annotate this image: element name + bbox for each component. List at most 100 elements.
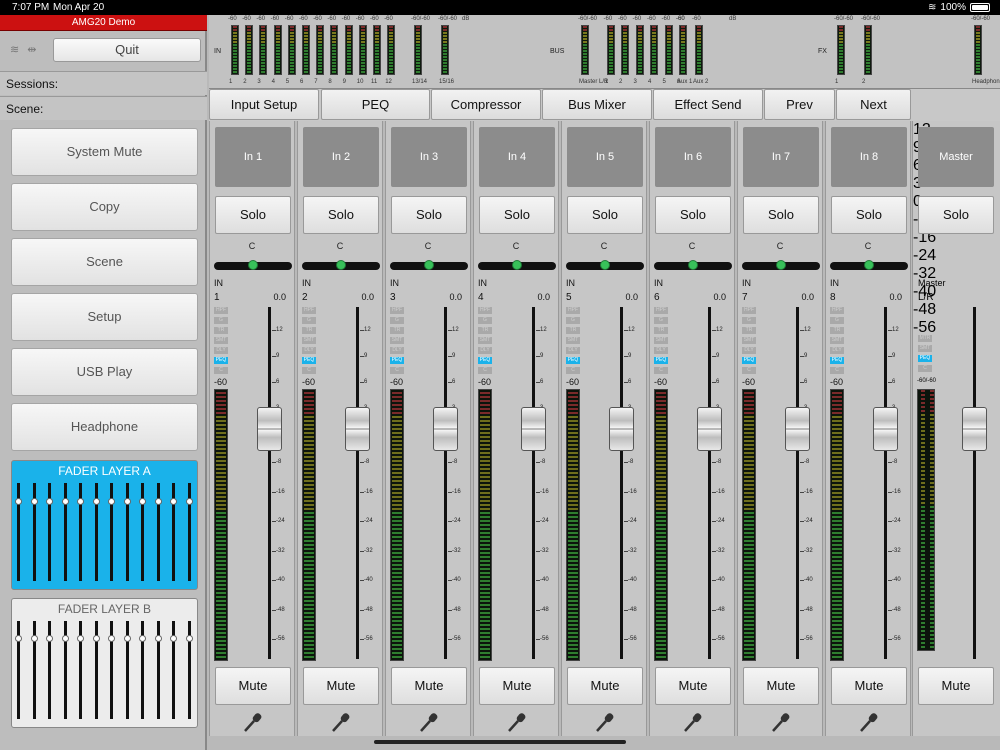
indicator-tr[interactable]: TR	[566, 327, 580, 334]
indicator-hpf[interactable]: HPF	[830, 307, 844, 314]
tab-compressor[interactable]: Compressor	[431, 89, 541, 120]
indicator-c[interactable]: C	[302, 367, 316, 374]
mute-button[interactable]: Mute	[479, 667, 555, 705]
indicator-dly[interactable]: DLY	[390, 347, 404, 354]
indicator-smt[interactable]: SMT	[390, 337, 404, 344]
mute-button[interactable]: Mute	[391, 667, 467, 705]
channel-name-button[interactable]: In 2	[303, 127, 379, 187]
indicator-peq[interactable]: PEQ	[302, 357, 316, 364]
pan-knob[interactable]	[248, 260, 258, 270]
indicator-smt[interactable]: SMT	[654, 337, 668, 344]
indicator-dly[interactable]: DLY	[214, 347, 228, 354]
indicator-smt[interactable]: SMT	[830, 337, 844, 344]
channel-name-button[interactable]: In 7	[743, 127, 819, 187]
indicator-hpf[interactable]: HPF	[654, 307, 668, 314]
indicator-tr[interactable]: TR	[302, 327, 316, 334]
tab-effect-send[interactable]: Effect Send	[653, 89, 763, 120]
mute-button[interactable]: Mute	[655, 667, 731, 705]
pan-slider[interactable]	[214, 260, 292, 270]
indicator-peq[interactable]: PEQ	[566, 357, 580, 364]
indicator-dly[interactable]: DLY	[830, 347, 844, 354]
indicator-tr[interactable]: TR	[390, 327, 404, 334]
indicator-c[interactable]: C	[654, 367, 668, 374]
master-mute-button[interactable]: Mute	[918, 667, 994, 705]
pan-slider[interactable]	[830, 260, 908, 270]
tab-peq[interactable]: PEQ	[321, 89, 430, 120]
pan-knob[interactable]	[688, 260, 698, 270]
solo-button[interactable]: Solo	[567, 196, 643, 234]
master-name-button[interactable]: Master	[918, 127, 994, 187]
pan-knob[interactable]	[776, 260, 786, 270]
scene-label[interactable]: Scene:	[0, 96, 207, 120]
solo-button[interactable]: Solo	[655, 196, 731, 234]
master-indicator[interactable]: MTR	[918, 335, 932, 342]
solo-button[interactable]: Solo	[479, 196, 555, 234]
quit-button[interactable]: Quit	[53, 38, 201, 62]
usb-play-button[interactable]: USB Play	[11, 348, 198, 396]
tab-input-setup[interactable]: Input Setup	[209, 89, 319, 120]
solo-button[interactable]: Solo	[303, 196, 379, 234]
pan-slider[interactable]	[390, 260, 468, 270]
fader-knob[interactable]	[257, 407, 282, 451]
master-solo-button[interactable]: Solo	[918, 196, 994, 234]
mute-button[interactable]: Mute	[831, 667, 907, 705]
indicator-g[interactable]: G	[742, 317, 756, 324]
pan-slider[interactable]	[566, 260, 644, 270]
fader-knob[interactable]	[345, 407, 370, 451]
pan-slider[interactable]	[654, 260, 732, 270]
fader-track[interactable]	[268, 307, 271, 659]
indicator-dly[interactable]: DLY	[302, 347, 316, 354]
pan-slider[interactable]	[302, 260, 380, 270]
fader-layer-a[interactable]: FADER LAYER A	[11, 460, 198, 590]
indicator-peq[interactable]: PEQ	[390, 357, 404, 364]
indicator-hpf[interactable]: HPF	[478, 307, 492, 314]
indicator-peq[interactable]: PEQ	[742, 357, 756, 364]
pan-slider[interactable]	[742, 260, 820, 270]
fader-track[interactable]	[620, 307, 623, 659]
master-indicator[interactable]: SMT	[918, 345, 932, 352]
solo-button[interactable]: Solo	[391, 196, 467, 234]
master-indicator[interactable]: PEQ	[918, 355, 932, 362]
channel-name-button[interactable]: In 5	[567, 127, 643, 187]
mute-button[interactable]: Mute	[303, 667, 379, 705]
fader-knob[interactable]	[521, 407, 546, 451]
pan-knob[interactable]	[600, 260, 610, 270]
pan-knob[interactable]	[512, 260, 522, 270]
indicator-dly[interactable]: DLY	[566, 347, 580, 354]
indicator-hpf[interactable]: HPF	[214, 307, 228, 314]
tab-prev[interactable]: Prev	[764, 89, 835, 120]
fader-knob[interactable]	[785, 407, 810, 451]
channel-name-button[interactable]: In 8	[831, 127, 907, 187]
fader-track[interactable]	[356, 307, 359, 659]
mute-button[interactable]: Mute	[743, 667, 819, 705]
indicator-g[interactable]: G	[654, 317, 668, 324]
channel-name-button[interactable]: In 1	[215, 127, 291, 187]
solo-button[interactable]: Solo	[215, 196, 291, 234]
indicator-c[interactable]: C	[830, 367, 844, 374]
fader-track[interactable]	[796, 307, 799, 659]
indicator-tr[interactable]: TR	[830, 327, 844, 334]
indicator-c[interactable]: C	[478, 367, 492, 374]
indicator-g[interactable]: G	[478, 317, 492, 324]
solo-button[interactable]: Solo	[743, 196, 819, 234]
indicator-c[interactable]: C	[742, 367, 756, 374]
indicator-tr[interactable]: TR	[654, 327, 668, 334]
fader-track[interactable]	[444, 307, 447, 659]
indicator-tr[interactable]: TR	[742, 327, 756, 334]
indicator-c[interactable]: C	[214, 367, 228, 374]
indicator-smt[interactable]: SMT	[302, 337, 316, 344]
indicator-dly[interactable]: DLY	[478, 347, 492, 354]
channel-name-button[interactable]: In 6	[655, 127, 731, 187]
pan-slider[interactable]	[478, 260, 556, 270]
indicator-dly[interactable]: DLY	[742, 347, 756, 354]
solo-button[interactable]: Solo	[831, 196, 907, 234]
fader-knob[interactable]	[873, 407, 898, 451]
fader-knob[interactable]	[609, 407, 634, 451]
master-fader-track[interactable]	[973, 307, 976, 659]
fader-layer-b[interactable]: FADER LAYER B	[11, 598, 198, 728]
mute-button[interactable]: Mute	[567, 667, 643, 705]
headphone-button[interactable]: Headphone	[11, 403, 198, 451]
pan-knob[interactable]	[336, 260, 346, 270]
tab-bus-mixer[interactable]: Bus Mixer	[542, 89, 652, 120]
setup-button[interactable]: Setup	[11, 293, 198, 341]
